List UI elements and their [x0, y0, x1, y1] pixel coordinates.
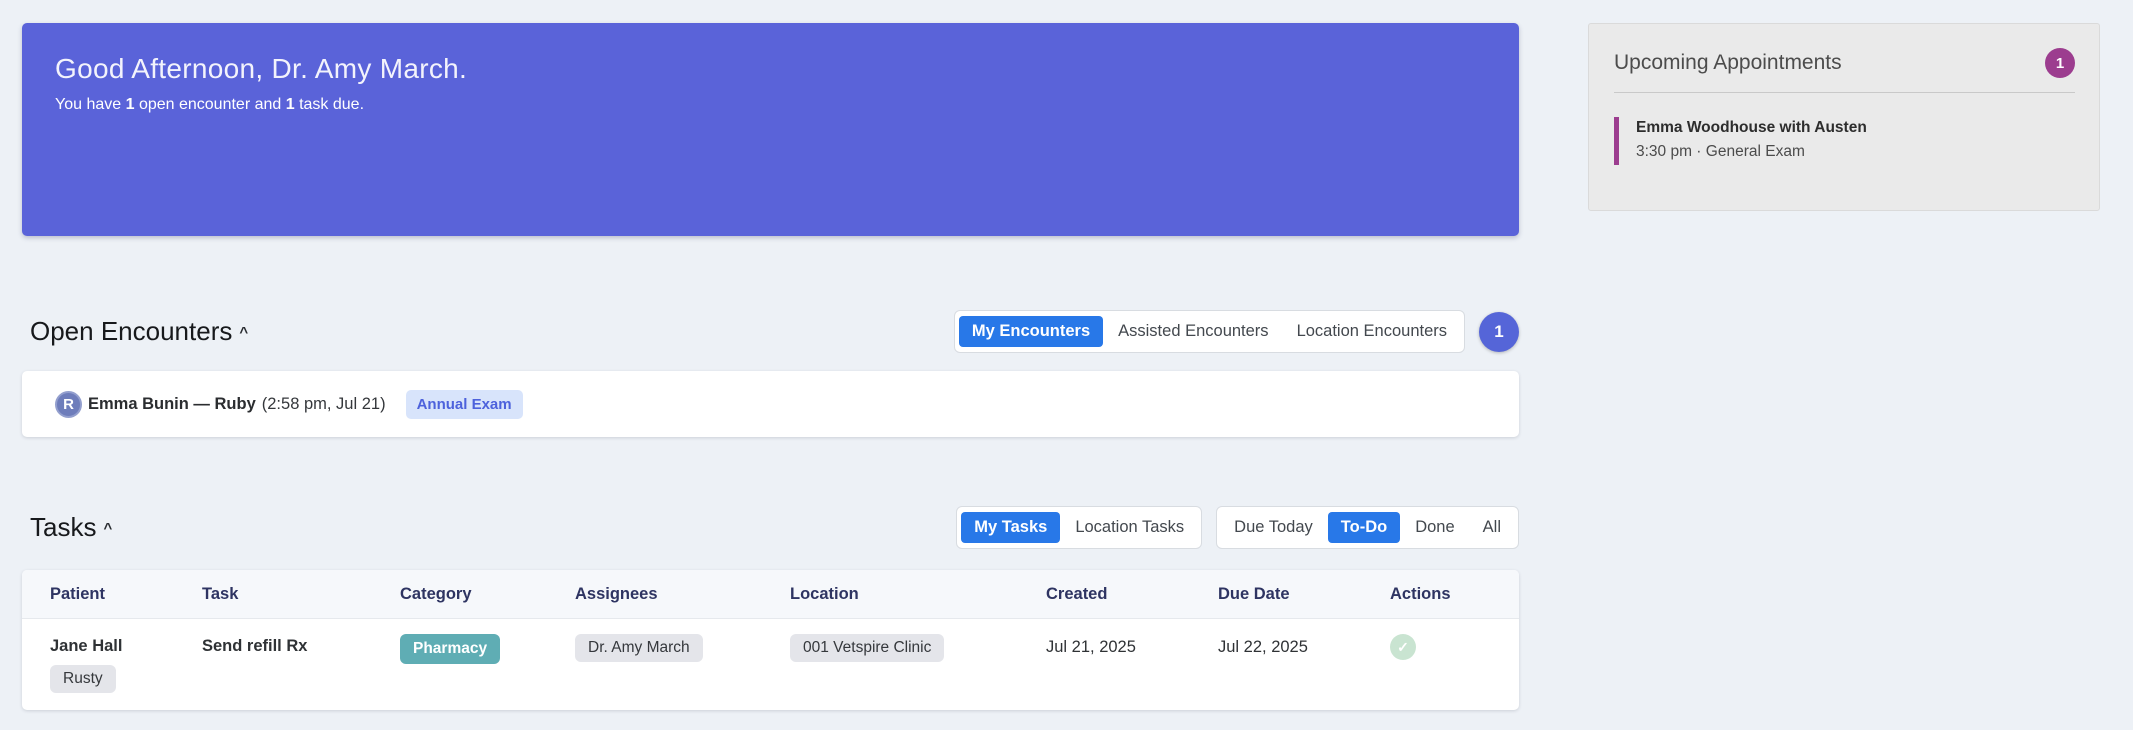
tasks-heading: Tasks ^ [30, 512, 112, 543]
summary-text: open encounter and [135, 96, 286, 113]
created-date: Jul 21, 2025 [1046, 634, 1218, 657]
filter-done[interactable]: Done [1402, 512, 1467, 543]
task-name: Send refill Rx [202, 634, 400, 656]
upcoming-appointments-header: Upcoming Appointments 1 [1614, 48, 2075, 93]
col-header-assignees: Assignees [575, 585, 790, 604]
upcoming-appointments-card: Upcoming Appointments 1 Emma Woodhouse w… [1588, 23, 2100, 211]
patient-cell: Jane Hall Rusty [50, 634, 202, 693]
encounter-type-badge: Annual Exam [406, 390, 523, 419]
tasks-tab-group: My Tasks Location Tasks [956, 506, 1202, 549]
greeting-summary: You have 1 open encounter and 1 task due… [55, 96, 1519, 114]
encounter-time: (2:58 pm, Jul 21) [262, 395, 386, 414]
appointment-title: Emma Woodhouse with Austen [1636, 119, 2075, 137]
due-date: Jul 22, 2025 [1218, 634, 1390, 657]
col-header-created: Created [1046, 585, 1218, 604]
encounter-patient-name: Emma Bunin — Ruby [88, 395, 256, 414]
open-encounters-title: Open Encounters [30, 316, 232, 347]
main-column: Good Afternoon, Dr. Amy March. You have … [22, 23, 1519, 710]
tab-assisted-encounters[interactable]: Assisted Encounters [1105, 316, 1281, 347]
col-header-task: Task [202, 585, 400, 604]
col-header-category: Category [400, 585, 575, 604]
tab-my-tasks[interactable]: My Tasks [961, 512, 1060, 543]
col-header-location: Location [790, 585, 1046, 604]
encounter-row[interactable]: R Emma Bunin — Ruby (2:58 pm, Jul 21) An… [22, 371, 1519, 437]
upcoming-appointments-title: Upcoming Appointments [1614, 51, 1842, 75]
open-encounter-count: 1 [126, 96, 135, 113]
tab-my-encounters[interactable]: My Encounters [959, 316, 1103, 347]
greeting-banner: Good Afternoon, Dr. Amy March. You have … [22, 23, 1519, 236]
client-name: Jane Hall [50, 634, 122, 656]
tasks-table-header: Patient Task Category Assignees Location… [22, 570, 1519, 619]
summary-text: task due. [295, 96, 364, 113]
pet-name-pill: Rusty [50, 665, 116, 693]
filter-to-do[interactable]: To-Do [1328, 512, 1400, 543]
open-encounters-controls: My Encounters Assisted Encounters Locati… [954, 310, 1519, 353]
col-header-actions: Actions [1390, 585, 1519, 604]
task-due-count: 1 [286, 96, 295, 113]
tasks-title: Tasks [30, 512, 96, 543]
appointment-details: 3:30 pm · General Exam [1636, 143, 2075, 161]
open-encounters-heading: Open Encounters ^ [30, 316, 248, 347]
collapse-caret-icon[interactable]: ^ [103, 520, 112, 537]
filter-due-today[interactable]: Due Today [1221, 512, 1326, 543]
table-row[interactable]: Jane Hall Rusty Send refill Rx Pharmacy … [22, 619, 1519, 710]
tab-location-encounters[interactable]: Location Encounters [1284, 316, 1460, 347]
tasks-filter-group: Due Today To-Do Done All [1216, 506, 1519, 549]
mark-done-check-icon[interactable]: ✓ [1390, 634, 1416, 660]
summary-text: You have [55, 96, 126, 113]
filter-all[interactable]: All [1470, 512, 1514, 543]
open-encounters-header: Open Encounters ^ My Encounters Assisted… [22, 310, 1519, 353]
col-header-due-date: Due Date [1218, 585, 1390, 604]
encounters-count-badge: 1 [1479, 312, 1519, 352]
assignee-pill: Dr. Amy March [575, 634, 703, 662]
col-header-patient: Patient [50, 585, 202, 604]
collapse-caret-icon[interactable]: ^ [239, 324, 248, 341]
encounters-tab-group: My Encounters Assisted Encounters Locati… [954, 310, 1465, 353]
location-pill: 001 Vetspire Clinic [790, 634, 944, 662]
tasks-controls: My Tasks Location Tasks Due Today To-Do … [956, 506, 1519, 549]
category-pill: Pharmacy [400, 634, 500, 664]
appointment-item[interactable]: Emma Woodhouse with Austen 3:30 pm · Gen… [1614, 117, 2075, 165]
appointments-count-badge: 1 [2045, 48, 2075, 78]
greeting-title: Good Afternoon, Dr. Amy March. [55, 53, 1519, 85]
tasks-table: Patient Task Category Assignees Location… [22, 570, 1519, 710]
tasks-header: Tasks ^ My Tasks Location Tasks Due Toda… [22, 506, 1519, 549]
patient-avatar: R [55, 391, 82, 418]
tab-location-tasks[interactable]: Location Tasks [1062, 512, 1197, 543]
